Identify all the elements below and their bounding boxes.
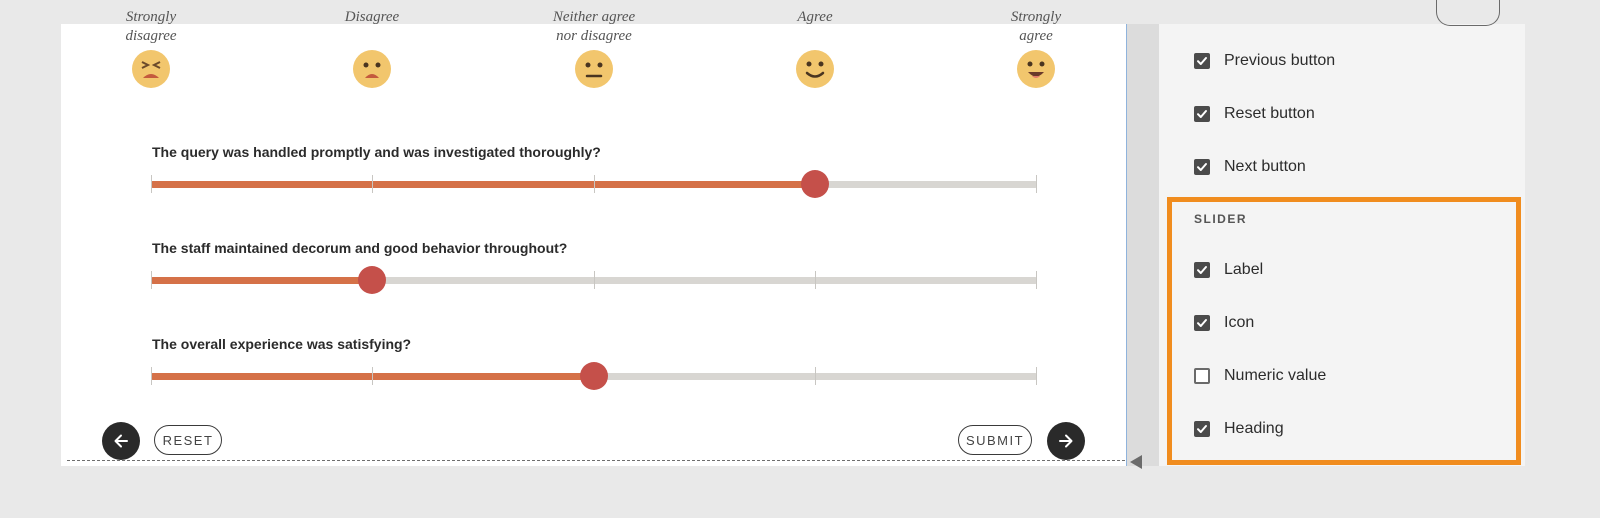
- slider-3[interactable]: [151, 362, 1037, 390]
- question-3-text: The overall experience was satisfying?: [152, 336, 412, 352]
- slider-2-fill: [151, 277, 373, 284]
- checkbox[interactable]: [1194, 262, 1210, 278]
- option-label-text: Icon: [1224, 314, 1255, 331]
- option-heading[interactable]: Heading: [1194, 418, 1284, 440]
- slider-tick: [151, 271, 152, 289]
- scale-label-disagree: Disagree: [344, 9, 400, 25]
- slider-1-thumb[interactable]: [800, 170, 829, 198]
- checkbox[interactable]: [1194, 315, 1210, 331]
- option-numeric-value[interactable]: Numeric value: [1194, 365, 1326, 387]
- option-label-text: Heading: [1224, 420, 1284, 437]
- submit-button[interactable]: SUBMIT: [958, 425, 1032, 455]
- grinning-face-icon: [1017, 50, 1055, 88]
- checkbox[interactable]: [1194, 53, 1210, 69]
- resize-handle-icon[interactable]: [1130, 455, 1142, 469]
- next-button[interactable]: [1047, 422, 1085, 460]
- slider-tick: [1036, 175, 1037, 193]
- scale-label-neither: Neither agree nor disagree: [552, 9, 636, 44]
- tired-face-icon: [132, 50, 170, 88]
- scale-label-agree: Agree: [797, 9, 833, 25]
- previous-button[interactable]: [102, 422, 140, 460]
- slider-tick: [1036, 271, 1037, 289]
- slider-2[interactable]: [151, 266, 1037, 294]
- reset-button[interactable]: RESET: [154, 425, 222, 455]
- checkbox[interactable]: [1194, 368, 1210, 384]
- arrow-left-icon: [114, 434, 128, 448]
- slider-3-thumb[interactable]: [579, 362, 608, 390]
- slider-tick: [372, 175, 373, 193]
- question-2-text: The staff maintained decorum and good be…: [152, 240, 568, 256]
- frowning-face-icon: [353, 50, 391, 88]
- slider-tick: [1036, 367, 1037, 385]
- slider-1-fill: [151, 181, 815, 188]
- slider-tick: [815, 271, 816, 289]
- canvas-bottom-guide: [67, 460, 1125, 461]
- option-next-button[interactable]: Next button: [1194, 156, 1306, 178]
- slider-tick: [815, 367, 816, 385]
- slider-tick: [151, 175, 152, 193]
- option-reset-button[interactable]: Reset button: [1194, 103, 1315, 125]
- option-label: Previous button: [1224, 52, 1336, 69]
- slider-tick: [594, 175, 595, 193]
- arrow-right-icon: [1059, 434, 1073, 448]
- checkbox[interactable]: [1194, 421, 1210, 437]
- option-label: Reset button: [1224, 105, 1315, 122]
- question-1-text: The query was handled promptly and was i…: [152, 144, 601, 160]
- canvas-gutter: [1127, 24, 1159, 466]
- checkbox[interactable]: [1194, 159, 1210, 175]
- checkbox[interactable]: [1194, 106, 1210, 122]
- option-label: Next button: [1224, 158, 1306, 175]
- option-icon[interactable]: Icon: [1194, 312, 1254, 334]
- option-label-text: Numeric value: [1224, 367, 1327, 384]
- neutral-face-icon: [575, 50, 613, 88]
- option-label-text: Label: [1224, 261, 1264, 278]
- scale-label-strongly-disagree: Strongly disagree: [125, 9, 177, 44]
- slider-tick: [151, 367, 152, 385]
- section-heading-slider: SLIDER: [1194, 212, 1248, 226]
- slider-tick: [372, 367, 373, 385]
- option-previous-button[interactable]: Previous button: [1194, 50, 1335, 72]
- slider-tick: [594, 271, 595, 289]
- panel-top-button[interactable]: [1436, 0, 1500, 26]
- option-label[interactable]: Label: [1194, 259, 1263, 281]
- scale-label-strongly-agree: Strongly agree: [1010, 9, 1062, 44]
- slider-1[interactable]: [151, 170, 1037, 198]
- smiling-face-icon: [796, 50, 834, 88]
